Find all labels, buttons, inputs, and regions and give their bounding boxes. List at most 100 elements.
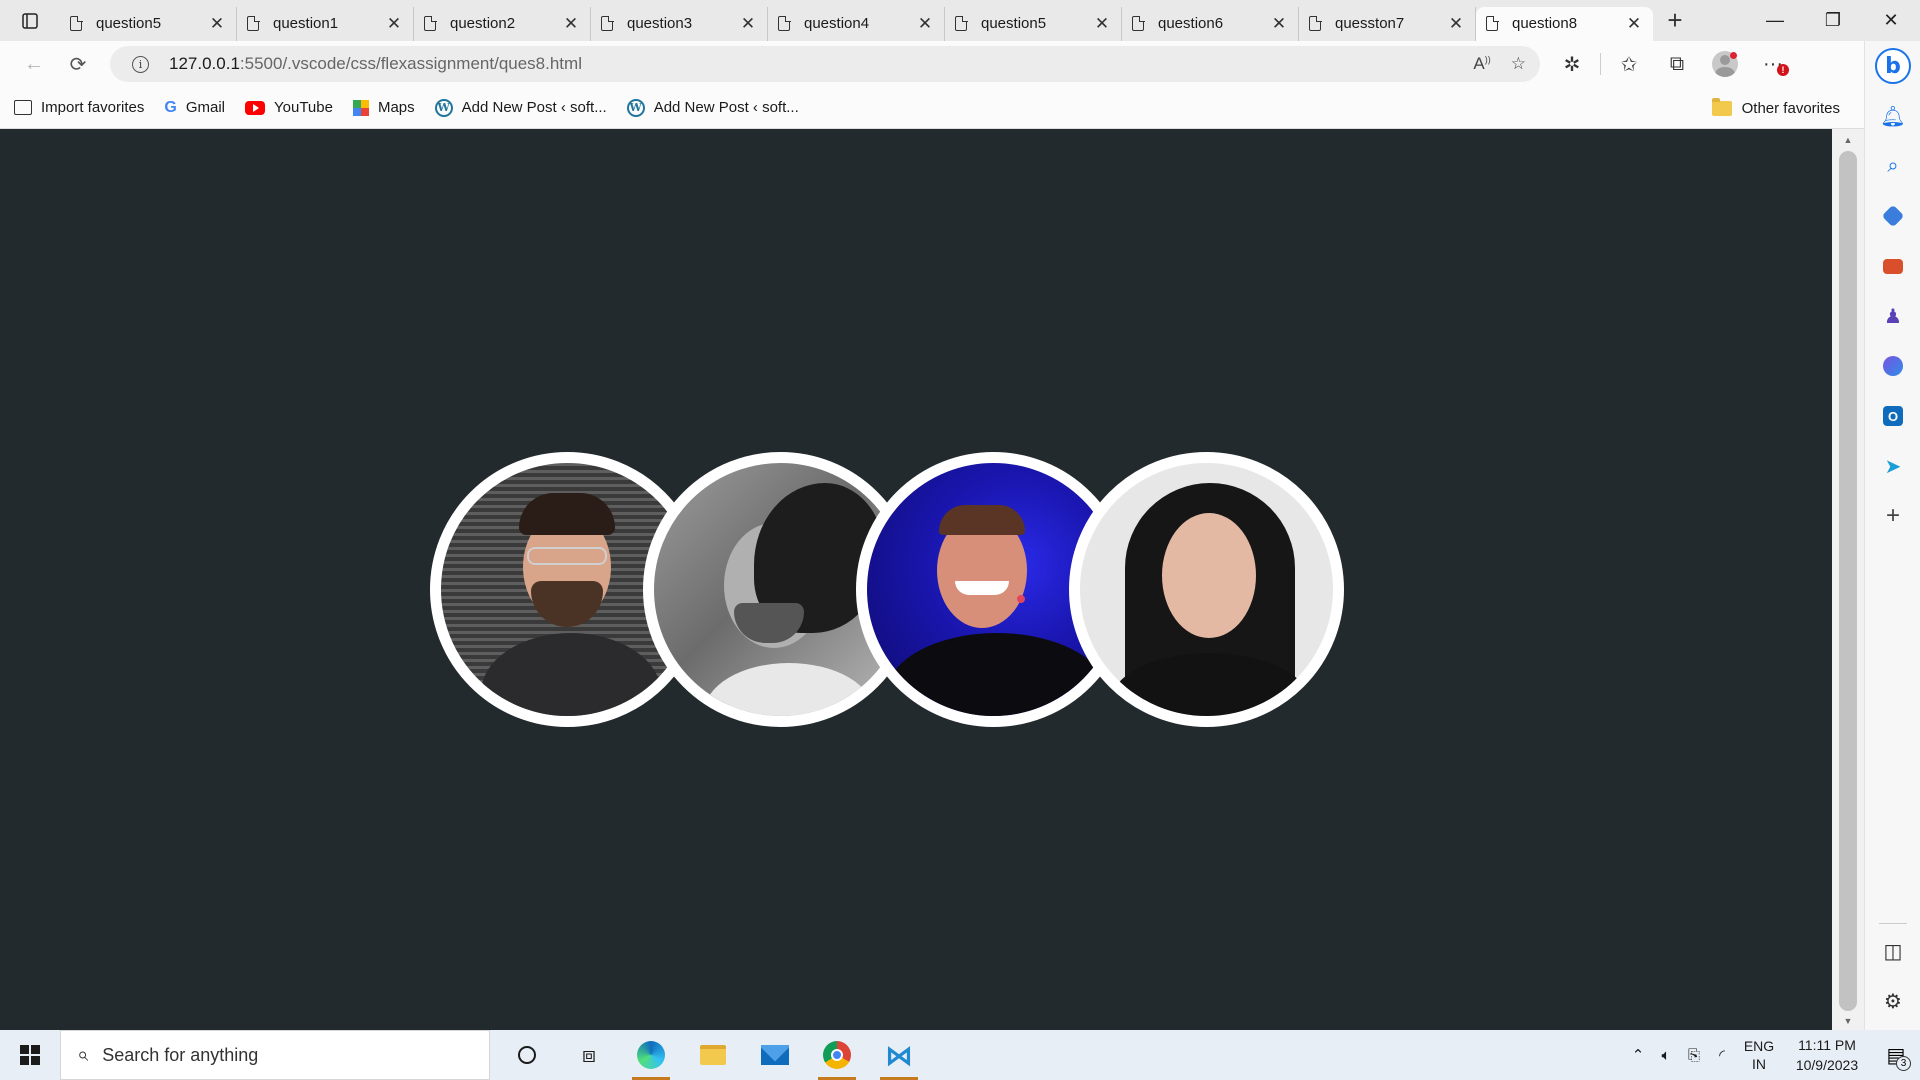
- tab-label: question6: [1158, 15, 1224, 32]
- search-icon: ⌕: [77, 1043, 89, 1066]
- tab-close-icon[interactable]: ✕: [1447, 14, 1465, 34]
- tab-close-icon[interactable]: ✕: [916, 14, 934, 34]
- favorite-youtube-link[interactable]: YouTube: [245, 99, 333, 116]
- favorite-label: Add New Post ‹ soft...: [461, 99, 607, 116]
- shopping-tag-icon: [1881, 204, 1905, 228]
- edge-taskbar-button[interactable]: [620, 1030, 682, 1080]
- tools-button[interactable]: [1865, 246, 1920, 286]
- tab-question5[interactable]: question5 ✕: [945, 6, 1122, 41]
- extensions-button[interactable]: ✲: [1548, 44, 1596, 84]
- drop-button[interactable]: ➤: [1865, 446, 1920, 486]
- tab-actions-icon: [22, 12, 38, 29]
- send-plane-icon: ➤: [1884, 455, 1902, 478]
- tab-question3[interactable]: question3 ✕: [591, 6, 768, 41]
- url-text[interactable]: 127.0.0.1:5500/.vscode/css/flexassignmen…: [169, 54, 582, 74]
- site-info-icon[interactable]: i: [132, 55, 149, 73]
- tab-question6[interactable]: question6 ✕: [1122, 6, 1299, 41]
- favorite-icon-wrap: [14, 100, 32, 115]
- toolbar-icons: ✲ ✩ ⧉ ···!: [1548, 44, 1797, 84]
- tab-question8[interactable]: question8 ✕: [1476, 6, 1653, 41]
- sidebar-settings-button[interactable]: ⚙: [1865, 981, 1920, 1021]
- outlook-button[interactable]: O: [1865, 396, 1920, 436]
- file-explorer-button[interactable]: [682, 1030, 744, 1080]
- tab-actions-button[interactable]: [0, 0, 60, 41]
- start-button[interactable]: [0, 1030, 60, 1080]
- settings-more-button[interactable]: ···!: [1749, 44, 1797, 84]
- tab-close-icon[interactable]: ✕: [385, 14, 403, 34]
- favorite-icon-wrap: W: [434, 98, 453, 117]
- task-view-icon: ⧈: [582, 1042, 596, 1067]
- window-controls: — ❐ ✕: [1746, 0, 1920, 41]
- address-bar-actions: A)) ☆: [1473, 46, 1526, 82]
- alert-badge-icon: !: [1777, 64, 1789, 76]
- clock-button[interactable]: 11:11 PM 10/9/2023: [1782, 1035, 1872, 1075]
- scroll-thumb[interactable]: [1839, 151, 1857, 1011]
- avatar-face-shape: [1162, 513, 1256, 638]
- minimize-button[interactable]: —: [1746, 0, 1804, 41]
- tab-question1[interactable]: question1 ✕: [237, 6, 414, 41]
- tab-question2[interactable]: question2 ✕: [414, 6, 591, 41]
- back-button[interactable]: ←: [12, 44, 56, 84]
- favorites-button[interactable]: ✩: [1605, 44, 1653, 84]
- tab-close-icon[interactable]: ✕: [1270, 14, 1288, 34]
- task-view-button[interactable]: ⧈: [558, 1030, 620, 1080]
- other-favorites-button[interactable]: Other favorites: [1711, 87, 1840, 129]
- address-bar[interactable]: i 127.0.0.1:5500/.vscode/css/flexassignm…: [110, 46, 1540, 82]
- chrome-taskbar-button[interactable]: [806, 1030, 868, 1080]
- tab-question5[interactable]: question5 ✕: [60, 6, 237, 41]
- favorite-maps-link[interactable]: Maps: [352, 99, 415, 116]
- hide-sidebar-button[interactable]: ◫: [1865, 931, 1920, 971]
- search-button[interactable]: ⌕: [1865, 146, 1920, 186]
- games-button[interactable]: ♟: [1865, 296, 1920, 336]
- vscode-taskbar-button[interactable]: ⋈: [868, 1030, 930, 1080]
- scroll-down-arrow-icon[interactable]: ▼: [1832, 1014, 1864, 1028]
- taskbar-search[interactable]: ⌕ Search for anything: [60, 1030, 490, 1080]
- add-sidebar-app-button[interactable]: +: [1865, 496, 1920, 536]
- profile-button[interactable]: [1701, 44, 1749, 84]
- windows-logo-icon: [20, 1045, 40, 1065]
- refresh-button[interactable]: ⟳: [56, 44, 100, 84]
- tab-label: quesston7: [1335, 15, 1405, 32]
- favorite-wordpress-link[interactable]: W Add New Post ‹ soft...: [434, 98, 607, 117]
- favorite-google-link[interactable]: G Gmail: [164, 99, 225, 117]
- show-hidden-icons-button[interactable]: ⌃: [1624, 1046, 1652, 1064]
- tab-close-icon[interactable]: ✕: [739, 14, 757, 34]
- vertical-scrollbar[interactable]: ▲ ▼: [1832, 129, 1864, 1030]
- camera-icon: ⎘: [1687, 1046, 1700, 1064]
- add-favorite-icon[interactable]: ☆: [1511, 54, 1526, 74]
- clock-time: 11:11 PM: [1798, 1037, 1856, 1053]
- tab-close-icon[interactable]: ✕: [1093, 14, 1111, 34]
- minimize-icon: —: [1766, 10, 1784, 30]
- avatar-body-shape: [704, 663, 874, 716]
- restore-button[interactable]: ❐: [1804, 0, 1862, 41]
- bing-chat-button[interactable]: b: [1865, 43, 1920, 89]
- favorite-wordpress-link[interactable]: W Add New Post ‹ soft...: [626, 98, 799, 117]
- tab-label: question3: [627, 15, 693, 32]
- close-window-button[interactable]: ✕: [1862, 0, 1920, 41]
- collections-button[interactable]: ⧉: [1653, 44, 1701, 84]
- tab-question4[interactable]: question4 ✕: [768, 6, 945, 41]
- favorite-import-link[interactable]: Import favorites: [14, 99, 144, 116]
- favorite-icon-wrap: [245, 100, 265, 115]
- volume-button[interactable]: 🔈︎: [1652, 1047, 1680, 1064]
- tab-quesston7[interactable]: quesston7 ✕: [1299, 6, 1476, 41]
- mail-button[interactable]: [744, 1030, 806, 1080]
- cortana-button[interactable]: [496, 1030, 558, 1080]
- cortana-circle-icon: [518, 1046, 536, 1064]
- notifications-button[interactable]: 🔔︎: [1865, 96, 1920, 136]
- tab-close-icon[interactable]: ✕: [1625, 14, 1643, 34]
- tab-close-icon[interactable]: ✕: [562, 14, 580, 34]
- shopping-button[interactable]: [1865, 196, 1920, 236]
- youtube-icon: [245, 100, 265, 115]
- action-center-button[interactable]: ▤ 3: [1872, 1030, 1920, 1080]
- vscode-logo-icon: ⋈: [885, 1039, 913, 1071]
- meet-now-button[interactable]: ⎘: [1680, 1047, 1708, 1064]
- new-tab-button[interactable]: +: [1653, 0, 1697, 41]
- network-button[interactable]: ◜: [1708, 1046, 1736, 1064]
- scroll-up-arrow-icon[interactable]: ▲: [1832, 133, 1864, 147]
- input-language-button[interactable]: ENG IN: [1736, 1037, 1782, 1073]
- microsoft365-button[interactable]: [1865, 346, 1920, 386]
- read-aloud-icon[interactable]: A)): [1473, 54, 1490, 74]
- google-icon: G: [164, 98, 177, 116]
- tab-close-icon[interactable]: ✕: [208, 14, 226, 34]
